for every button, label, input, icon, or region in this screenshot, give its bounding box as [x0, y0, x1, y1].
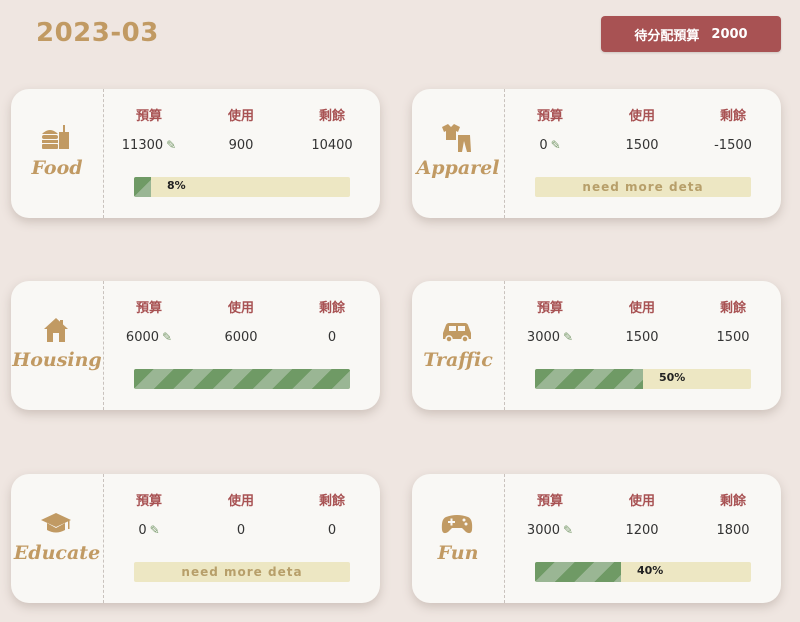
progress-bar: 40%: [535, 562, 751, 582]
edit-pencil-icon[interactable]: ✎: [551, 138, 561, 152]
used-value: 1500: [625, 138, 659, 153]
category-panel: Housing: [11, 281, 104, 410]
remaining-header: 剩餘: [318, 301, 345, 316]
progress-fill: [134, 369, 350, 389]
budget-value-group: 3000 ✎: [505, 523, 595, 538]
budget-value-group: 11300 ✎: [104, 138, 194, 153]
need-more-data-message: need more deta: [582, 180, 704, 194]
remaining-value: 0: [327, 330, 337, 345]
progress-bar: [134, 369, 350, 389]
used-value: 0: [236, 523, 246, 538]
remaining-header: 剩餘: [719, 109, 746, 124]
unallocated-budget-label: 待分配預算: [634, 28, 700, 44]
budget-value: 6000: [125, 330, 160, 345]
remaining-value: 1500: [716, 330, 750, 345]
edit-pencil-icon[interactable]: ✎: [563, 330, 573, 344]
unallocated-budget-value: 2000: [711, 26, 748, 42]
remaining-value: 10400: [311, 138, 353, 153]
remaining-value: 0: [327, 523, 337, 538]
graduation-cap-icon: [39, 508, 73, 538]
budget-header: 預算: [536, 494, 563, 509]
used-header: 使用: [227, 109, 254, 124]
progress-percent: 8%: [167, 179, 186, 192]
budget-value-group: 0 ✎: [104, 523, 194, 538]
category-name: Food: [31, 157, 83, 179]
budget-header: 預算: [536, 301, 563, 316]
category-panel: Educate: [11, 474, 104, 603]
budget-header: 預算: [536, 109, 563, 124]
category-panel: Traffic: [412, 281, 505, 410]
budget-value-group: 0 ✎: [505, 138, 595, 153]
category-card-traffic[interactable]: Traffic 預算 使用 剩餘 3000 ✎ 1500 1500 50%: [412, 281, 781, 410]
remaining-header: 剩餘: [318, 494, 345, 509]
progress-bar: 8%: [134, 177, 350, 197]
category-name: Housing: [12, 349, 102, 371]
budget-header: 預算: [135, 301, 162, 316]
category-panel: Food: [11, 89, 104, 218]
remaining-value: -1500: [714, 138, 752, 153]
budget-header: 預算: [135, 109, 162, 124]
budget-value: 11300: [121, 138, 164, 153]
progress-bar: need more deta: [134, 562, 350, 582]
used-value: 6000: [224, 330, 258, 345]
apparel-icon: [440, 123, 474, 153]
edit-pencil-icon[interactable]: ✎: [166, 138, 176, 152]
category-card-apparel[interactable]: Apparel 預算 使用 剩餘 0 ✎ 1500 -1500 need more deta: [412, 89, 781, 218]
budget-value-group: 6000 ✎: [104, 330, 194, 345]
progress-percent: 50%: [659, 371, 686, 384]
house-icon: [39, 315, 73, 345]
budget-value: 0: [138, 523, 147, 538]
progress-fill: [535, 369, 643, 389]
used-value: 1500: [625, 330, 659, 345]
used-header: 使用: [628, 109, 655, 124]
used-header: 使用: [227, 301, 254, 316]
category-panel: Fun: [412, 474, 505, 603]
edit-pencil-icon[interactable]: ✎: [162, 330, 172, 344]
unallocated-budget-badge[interactable]: 待分配預算 2000: [601, 16, 781, 52]
remaining-header: 剩餘: [719, 494, 746, 509]
category-card-fun[interactable]: Fun 預算 使用 剩餘 3000 ✎ 1200 1800 40%: [412, 474, 781, 603]
used-value: 900: [228, 138, 254, 153]
category-name: Traffic: [423, 349, 493, 371]
used-header: 使用: [628, 494, 655, 509]
used-header: 使用: [227, 494, 254, 509]
remaining-value: 1800: [716, 523, 750, 538]
category-name: Fun: [437, 542, 479, 564]
month-title[interactable]: 2023-03: [36, 18, 159, 48]
edit-pencil-icon[interactable]: ✎: [150, 523, 160, 537]
category-panel: Apparel: [412, 89, 505, 218]
car-icon: [440, 315, 474, 345]
category-name: Apparel: [416, 157, 500, 179]
budget-value: 3000: [526, 523, 561, 538]
used-header: 使用: [628, 301, 655, 316]
category-card-housing[interactable]: Housing 預算 使用 剩餘 6000 ✎ 6000 0: [11, 281, 380, 410]
progress-fill: [134, 177, 152, 197]
edit-pencil-icon[interactable]: ✎: [563, 523, 573, 537]
remaining-header: 剩餘: [719, 301, 746, 316]
progress-bar: need more deta: [535, 177, 751, 197]
progress-percent: 40%: [637, 564, 664, 577]
remaining-header: 剩餘: [318, 109, 345, 124]
budget-value: 0: [539, 138, 548, 153]
budget-value: 3000: [526, 330, 561, 345]
category-card-educate[interactable]: Educate 預算 使用 剩餘 0 ✎ 0 0 need more deta: [11, 474, 380, 603]
food-icon: [39, 123, 73, 153]
budget-value-group: 3000 ✎: [505, 330, 595, 345]
gamepad-icon: [440, 508, 474, 538]
used-value: 1200: [625, 523, 659, 538]
category-name: Educate: [13, 542, 101, 564]
budget-header: 預算: [135, 494, 162, 509]
progress-bar: 50%: [535, 369, 751, 389]
progress-fill: [535, 562, 622, 582]
category-card-food[interactable]: Food 預算 使用 剩餘 11300 ✎ 900 10400 8%: [11, 89, 380, 218]
need-more-data-message: need more deta: [181, 565, 303, 579]
